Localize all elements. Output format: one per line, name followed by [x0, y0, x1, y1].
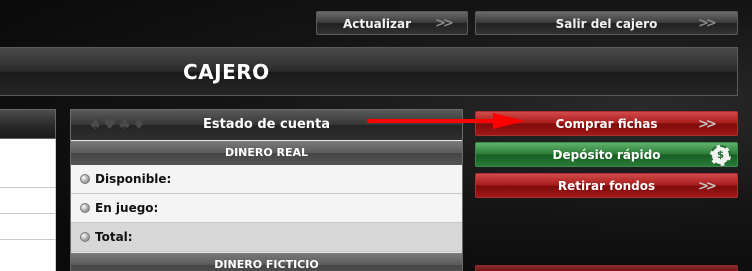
cashier-screen: Actualizar >> Salir del cajero >> CAJERO…: [0, 0, 752, 271]
balance-row-total: Total:: [71, 223, 462, 252]
balance-row-label: Disponible:: [95, 172, 172, 186]
quick-deposit-button-label: Depósito rápido: [552, 148, 661, 162]
balance-row-available: Disponible:: [71, 165, 462, 194]
row-divider: [0, 187, 56, 188]
row-divider: [0, 239, 56, 240]
bullet-icon: [80, 174, 90, 184]
real-money-section-header: DINERO REAL: [71, 141, 462, 165]
account-status-panel: ♠♥♣♦ Estado de cuenta DINERO REAL Dispon…: [70, 109, 463, 271]
bullet-icon: [80, 203, 90, 213]
balance-row-label: Total:: [95, 230, 133, 244]
play-money-section-header: DINERO FICTICIO: [71, 253, 462, 271]
buy-chips-button-label: Comprar fichas: [555, 117, 658, 131]
double-chevron-right-icon: >>: [435, 16, 454, 31]
poker-chip-symbol: $: [717, 150, 724, 161]
real-money-section-title: DINERO REAL: [224, 146, 309, 159]
double-chevron-right-icon: >>: [698, 117, 717, 132]
withdraw-funds-button[interactable]: Retirar fondos >>: [475, 173, 738, 198]
title-bar: CAJERO: [0, 47, 738, 96]
account-status-title: Estado de cuenta: [202, 117, 331, 132]
refresh-button[interactable]: Actualizar >>: [316, 11, 468, 35]
poker-chip-icon: $: [710, 145, 731, 166]
play-money-section-title: DINERO FICTICIO: [214, 258, 319, 271]
row-divider: [0, 213, 56, 214]
double-chevron-right-icon: >>: [698, 179, 717, 194]
page-title: CAJERO: [183, 60, 270, 84]
refresh-button-label: Actualizar: [342, 17, 411, 31]
partial-button[interactable]: [475, 265, 738, 271]
balance-row-label: En juego:: [95, 201, 159, 215]
left-panel-body: [0, 139, 56, 271]
double-chevron-right-icon: >>: [698, 16, 717, 31]
exit-cashier-button-label: Salir del cajero: [555, 17, 658, 31]
quick-deposit-button[interactable]: Depósito rápido $: [475, 142, 738, 167]
bullet-icon: [80, 232, 90, 242]
annotation-arrow-icon: [367, 113, 525, 129]
left-panel-header: [0, 109, 56, 139]
card-suits-decoration: ♠♥♣♦: [89, 117, 148, 133]
balance-row-in-play: En juego:: [71, 194, 462, 223]
exit-cashier-button[interactable]: Salir del cajero >>: [475, 11, 738, 35]
withdraw-funds-button-label: Retirar fondos: [557, 179, 656, 193]
